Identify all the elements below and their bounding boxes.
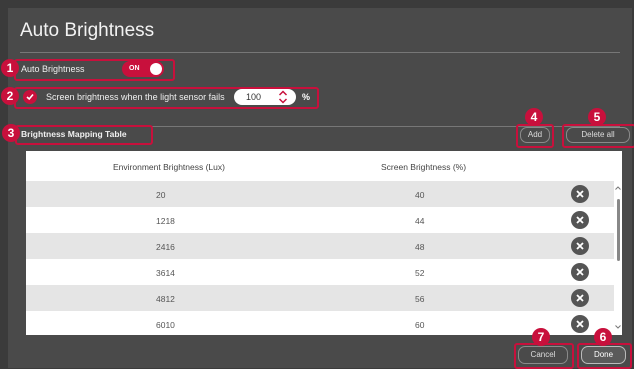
toggle-knob bbox=[150, 63, 162, 75]
screen-cell: 52 bbox=[415, 268, 425, 278]
scroll-up-icon[interactable] bbox=[614, 184, 622, 192]
lux-cell: 3614 bbox=[156, 268, 175, 278]
delete-all-button[interactable]: Delete all bbox=[566, 127, 630, 143]
callout-marker-4: 4 bbox=[525, 108, 543, 126]
screen-cell: 60 bbox=[415, 320, 425, 330]
dialog-title: Auto Brightness bbox=[20, 20, 155, 41]
delete-x-icon bbox=[576, 190, 584, 198]
cancel-button[interactable]: Cancel bbox=[518, 346, 568, 364]
table-row: 4812 56 bbox=[26, 285, 614, 311]
auto-brightness-label: Auto Brightness bbox=[21, 64, 85, 74]
table-header: Environment Brightness (Lux) Screen Brig… bbox=[26, 151, 622, 181]
percent-unit: % bbox=[302, 92, 311, 102]
auto-brightness-toggle[interactable]: ON bbox=[122, 61, 164, 77]
scroll-thumb[interactable] bbox=[617, 199, 620, 261]
delete-x-icon bbox=[576, 320, 584, 328]
done-button[interactable]: Done bbox=[581, 346, 626, 364]
table-row: 3614 52 bbox=[26, 259, 614, 285]
table-row: 6010 60 bbox=[26, 311, 614, 335]
callout-marker-5: 5 bbox=[588, 108, 606, 126]
callout-marker-6: 6 bbox=[594, 328, 612, 346]
sensor-fail-value-input[interactable]: 100 bbox=[234, 89, 296, 105]
toggle-state-label: ON bbox=[129, 65, 140, 72]
sensor-fail-value: 100 bbox=[246, 92, 262, 102]
checkmark-icon bbox=[26, 93, 34, 101]
delete-x-icon bbox=[576, 242, 584, 250]
table-row: 2416 48 bbox=[26, 233, 614, 259]
mapping-table-title: Brightness Mapping Table bbox=[21, 129, 127, 139]
screen-cell: 48 bbox=[415, 242, 425, 252]
sensor-fail-checkbox[interactable] bbox=[23, 90, 37, 104]
delete-row-button[interactable] bbox=[571, 185, 589, 203]
lux-cell: 6010 bbox=[156, 320, 175, 330]
delete-row-button[interactable] bbox=[571, 263, 589, 281]
screen-cell: 40 bbox=[415, 190, 425, 200]
delete-row-button[interactable] bbox=[571, 315, 589, 333]
auto-brightness-dialog: Auto Brightness Auto Brightness ON Scree… bbox=[1, 8, 634, 369]
table-row: 1218 44 bbox=[26, 207, 614, 233]
delete-row-button[interactable] bbox=[571, 211, 589, 229]
delete-row-button[interactable] bbox=[571, 289, 589, 307]
delete-row-button[interactable] bbox=[571, 237, 589, 255]
add-button[interactable]: Add bbox=[520, 127, 550, 143]
table-scrollbar[interactable] bbox=[614, 181, 622, 335]
lux-cell: 20 bbox=[156, 190, 166, 200]
lux-cell: 2416 bbox=[156, 242, 175, 252]
delete-x-icon bbox=[576, 216, 584, 224]
screen-cell: 44 bbox=[415, 216, 425, 226]
sensor-fail-label: Screen brightness when the light sensor … bbox=[46, 92, 225, 102]
spinner-arrows-icon[interactable] bbox=[278, 90, 288, 104]
table-row: 20 40 bbox=[26, 181, 614, 207]
delete-x-icon bbox=[576, 268, 584, 276]
lux-cell: 4812 bbox=[156, 294, 175, 304]
scroll-down-icon[interactable] bbox=[614, 323, 622, 331]
column-header-screen: Screen Brightness (%) bbox=[381, 162, 467, 172]
callout-marker-2: 2 bbox=[1, 87, 19, 105]
callout-marker-3: 3 bbox=[2, 124, 20, 142]
brightness-mapping-table: Environment Brightness (Lux) Screen Brig… bbox=[26, 151, 622, 335]
lux-cell: 1218 bbox=[156, 216, 175, 226]
callout-marker-1: 1 bbox=[1, 59, 19, 77]
column-header-lux: Environment Brightness (Lux) bbox=[113, 162, 225, 172]
screen-cell: 56 bbox=[415, 294, 425, 304]
callout-marker-7: 7 bbox=[532, 328, 550, 346]
delete-x-icon bbox=[576, 294, 584, 302]
title-divider bbox=[20, 52, 620, 53]
